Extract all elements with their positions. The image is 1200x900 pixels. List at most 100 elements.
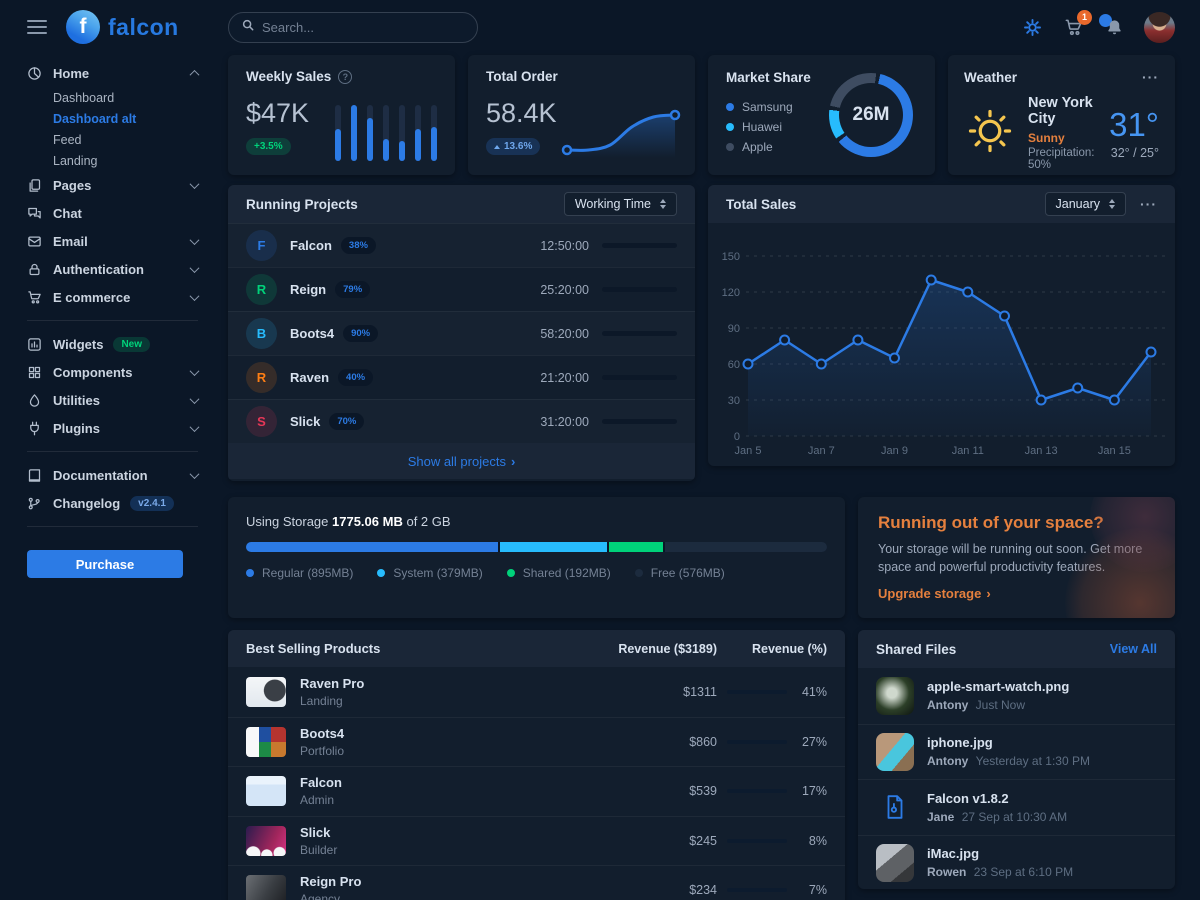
svg-text:Jan 15: Jan 15 xyxy=(1098,445,1131,457)
svg-text:Jan 9: Jan 9 xyxy=(881,445,908,457)
project-progress-badge: 70% xyxy=(329,413,364,430)
sidebar-item-e-commerce[interactable]: E commerce xyxy=(27,283,198,311)
product-name[interactable]: Slick xyxy=(300,825,567,840)
sidebar-item-components[interactable]: Components xyxy=(27,358,198,386)
chevron-right-icon: › xyxy=(511,454,515,469)
sidebar-item-documentation[interactable]: Documentation xyxy=(27,461,198,489)
sidebar-item-label: Authentication xyxy=(53,262,144,277)
market-share-title: Market Share xyxy=(726,70,811,85)
product-name[interactable]: Reign Pro xyxy=(300,874,567,889)
market-share-center-value: 26M xyxy=(839,83,903,147)
show-all-projects-link[interactable]: Show all projects› xyxy=(228,443,695,479)
sidebar-item-label: Email xyxy=(53,234,88,249)
falcon-logo-text: falcon xyxy=(108,14,179,41)
chevron-down-icon xyxy=(190,394,200,404)
working-time-select[interactable]: Working Time xyxy=(564,192,677,216)
product-name[interactable]: Falcon xyxy=(300,775,567,790)
file-time: 27 Sep at 10:30 AM xyxy=(962,810,1067,824)
sidebar-item-utilities[interactable]: Utilities xyxy=(27,386,198,414)
menu-icon[interactable] xyxy=(27,20,47,34)
project-progress-bar xyxy=(602,375,677,380)
falcon-logo[interactable]: f falcon xyxy=(66,10,179,44)
file-owner: Rowen xyxy=(927,865,966,879)
revenue-column-header: Revenue ($3189) xyxy=(567,642,717,656)
search-input[interactable] xyxy=(262,20,465,35)
bell-icon[interactable] xyxy=(1103,17,1125,39)
weather-precipitation: Precipitation: 50% xyxy=(1028,147,1097,171)
sidebar-item-dashboard[interactable]: Dashboard xyxy=(27,87,198,108)
sidebar-divider xyxy=(27,451,198,452)
view-all-link[interactable]: View All xyxy=(1110,642,1157,656)
product-row: Slick Builder $245 8% xyxy=(228,816,845,866)
top-navbar: f falcon 1 xyxy=(0,0,1200,55)
weather-condition: Sunny xyxy=(1028,131,1097,145)
product-name[interactable]: Boots4 xyxy=(300,726,567,741)
cart-badge: 1 xyxy=(1077,10,1092,25)
file-name: apple-smart-watch.png xyxy=(927,679,1069,694)
best-selling-products-card: Best Selling Products Revenue ($3189) Re… xyxy=(228,630,845,900)
sidebar-item-plugins[interactable]: Plugins xyxy=(27,414,198,442)
upgrade-storage-link[interactable]: Upgrade storage› xyxy=(878,586,991,601)
sidebar-item-feed[interactable]: Feed xyxy=(27,129,198,150)
product-name[interactable]: Raven Pro xyxy=(300,676,567,691)
project-avatar: S xyxy=(246,406,277,437)
month-select[interactable]: January xyxy=(1045,192,1126,216)
falcon-logo-icon: f xyxy=(66,10,100,44)
sidebar-item-chat[interactable]: Chat xyxy=(27,199,198,227)
product-revenue-bar xyxy=(727,789,787,793)
project-name[interactable]: Raven xyxy=(290,370,329,385)
sidebar-item-pages[interactable]: Pages xyxy=(27,171,198,199)
sidebar-item-email[interactable]: Email xyxy=(27,227,198,255)
market-share-card: Market Share SamsungHuaweiApple 26M xyxy=(708,55,935,175)
legend-dot xyxy=(726,123,734,131)
question-icon[interactable]: ? xyxy=(338,70,352,84)
shared-file-item[interactable]: apple-smart-watch.png Antony Just Now xyxy=(858,668,1175,724)
product-revenue-bar xyxy=(727,740,787,744)
project-name[interactable]: Slick xyxy=(290,414,320,429)
ellipsis-icon[interactable]: ··· xyxy=(1140,196,1157,212)
weather-card: Weather ··· New York City Sunny Precipit… xyxy=(948,55,1175,175)
sidebar-item-changelog[interactable]: Changelog v2.4.1 xyxy=(27,489,198,517)
file-time: Just Now xyxy=(976,698,1025,712)
project-name[interactable]: Reign xyxy=(290,282,326,297)
project-name[interactable]: Falcon xyxy=(290,238,332,253)
storage-legend: Regular (895MB)System (379MB)Shared (192… xyxy=(246,566,827,580)
svg-text:Jan 7: Jan 7 xyxy=(808,445,835,457)
sidebar-item-label: E commerce xyxy=(53,290,130,305)
shared-file-item[interactable]: iMac.jpg Rowen 23 Sep at 6:10 PM xyxy=(858,835,1175,890)
book-icon xyxy=(27,467,43,483)
shared-file-item[interactable]: iphone.jpg Antony Yesterday at 1:30 PM xyxy=(858,724,1175,780)
user-avatar[interactable] xyxy=(1144,12,1175,43)
project-name[interactable]: Boots4 xyxy=(290,326,334,341)
product-thumbnail xyxy=(246,677,286,707)
sidebar-item-landing[interactable]: Landing xyxy=(27,150,198,171)
sidebar-item-label: Chat xyxy=(53,206,82,221)
file-thumbnail xyxy=(876,677,914,715)
file-owner: Antony xyxy=(927,754,968,768)
project-time: 58:20:00 xyxy=(540,327,589,341)
product-revenue-bar xyxy=(727,839,787,843)
chevron-down-icon xyxy=(190,179,200,189)
project-progress-bar xyxy=(602,419,677,424)
file-time: Yesterday at 1:30 PM xyxy=(976,754,1090,768)
sidebar-item-home[interactable]: Home xyxy=(27,59,198,87)
storage-segment xyxy=(609,542,663,552)
bar-chart-icon xyxy=(27,336,43,352)
sidebar-item-widgets[interactable]: Widgets New xyxy=(27,330,198,358)
project-row: B Boots4 90% 58:20:00 xyxy=(228,311,695,355)
shared-file-item[interactable]: Falcon v1.8.2 Jane 27 Sep at 10:30 AM xyxy=(858,779,1175,835)
legend-dot xyxy=(377,569,385,577)
project-progress-bar xyxy=(602,287,677,292)
cart-icon[interactable]: 1 xyxy=(1062,17,1084,39)
weekly-sales-card: Weekly Sales ? $47K +3.5% xyxy=(228,55,455,175)
sidebar-item-dashboard-alt[interactable]: Dashboard alt xyxy=(27,108,198,129)
purchase-button[interactable]: Purchase xyxy=(27,550,183,578)
ellipsis-icon[interactable]: ··· xyxy=(1142,69,1159,85)
weather-city: New York City xyxy=(1028,95,1097,127)
sidebar-item-authentication[interactable]: Authentication xyxy=(27,255,198,283)
weather-high-low: 32° / 25° xyxy=(1109,146,1159,160)
products-title: Best Selling Products xyxy=(246,641,567,656)
storage-card: Using Storage 1775.06 MB of 2 GB Regular… xyxy=(228,497,845,618)
gear-icon[interactable] xyxy=(1021,17,1043,39)
shared-files-list: apple-smart-watch.png Antony Just Now ip… xyxy=(858,668,1175,889)
